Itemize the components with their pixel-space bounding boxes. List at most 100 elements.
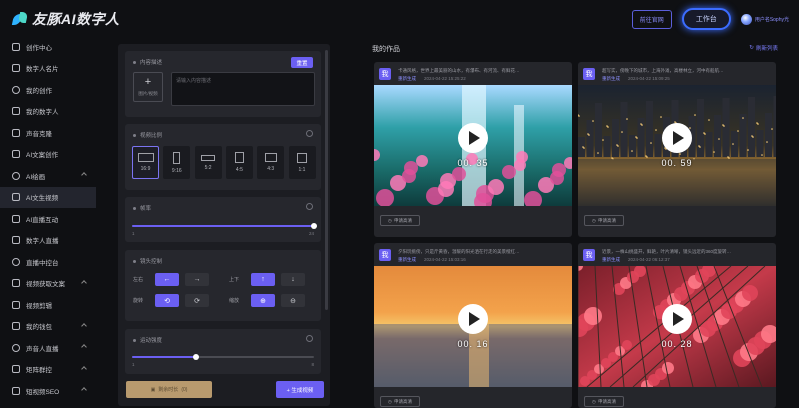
video-thumbnail[interactable]: 00. 28	[578, 261, 776, 392]
video-thumbnail[interactable]: 00. 16	[374, 266, 572, 387]
regenerate-link[interactable]: 重新生成	[602, 257, 620, 263]
works-title: 我的作品	[372, 46, 400, 53]
person-icon	[12, 107, 20, 116]
sidebar-item[interactable]: 声音人直播	[0, 337, 96, 359]
remaining-time-button[interactable]: ▣ 剩余时长 (0)	[126, 381, 212, 398]
upload-label: 图片/视频	[138, 91, 158, 96]
request-hd-button[interactable]: ◷ 申请高清	[380, 396, 420, 407]
reset-button[interactable]: 重置	[291, 57, 313, 68]
framerate-min: 1	[132, 231, 135, 236]
refresh-list-button[interactable]: ↻ 刷新列表	[749, 44, 778, 52]
sidebar-item[interactable]: AI文生视频	[0, 186, 96, 208]
zoom-in-button[interactable]: ⊕	[251, 294, 275, 307]
play-icon[interactable]	[458, 123, 488, 153]
user-menu[interactable]: 用户名Sophy光	[740, 13, 789, 25]
video-thumbnail[interactable]: 00. 35	[374, 85, 572, 211]
sidebar-item[interactable]: 我的数字人	[0, 101, 96, 123]
topbar-right: 前往官网 工作台 用户名Sophy光	[631, 8, 789, 30]
play-icon[interactable]	[662, 123, 692, 153]
refresh-icon: ↻	[749, 45, 754, 51]
sidebar-item-label: 视频剪辑	[26, 302, 52, 310]
info-icon[interactable]	[306, 130, 313, 137]
sidebar-item-label: 我的钱包	[26, 324, 52, 332]
regenerate-link[interactable]: 重新生成	[398, 76, 416, 82]
rotate-ccw-button[interactable]: ⟲	[155, 294, 179, 307]
framerate-slider-knob[interactable]	[311, 223, 317, 229]
motion-slider[interactable]	[132, 354, 314, 360]
sidebar-item[interactable]: 我的创作	[0, 79, 96, 101]
work-meta: 重新生成 2024-04-22 15:03:16	[398, 257, 566, 263]
sidebar-item[interactable]: 视频剪辑	[0, 294, 96, 316]
remaining-value: (0)	[181, 386, 188, 393]
ratio-option[interactable]: 5:2	[194, 146, 222, 179]
sidebar-item[interactable]: 我的钱包	[0, 316, 96, 338]
info-icon[interactable]	[306, 203, 313, 210]
sidebar-item[interactable]: AI直播互动	[0, 208, 96, 230]
refresh-label: 刷新列表	[755, 46, 778, 52]
website-button[interactable]: 前往官网	[631, 9, 672, 29]
user-badge: 我	[379, 249, 391, 261]
info-icon[interactable]	[306, 335, 313, 342]
sidebar-item[interactable]: 短视频SEO	[0, 380, 96, 402]
sidebar-item-label: AI文生视频	[26, 195, 59, 203]
work-meta: 重新生成 2024-04-22 15:25:22	[398, 76, 566, 82]
ratio-option[interactable]: 4:3	[257, 146, 285, 179]
rotate-cw-button[interactable]: ⟳	[185, 294, 209, 307]
video-thumbnail[interactable]: 00. 59	[578, 85, 776, 206]
description-textarea[interactable]: 请输入内容描述	[171, 72, 315, 106]
ratio-card: 视频比例 16:9 9:16 5:2 4:5 4:3 1:1	[125, 124, 321, 190]
regenerate-link[interactable]: 重新生成	[602, 76, 620, 82]
sidebar-item[interactable]: 数字人名片	[0, 58, 96, 80]
sidebar-item[interactable]: AI绘画	[0, 165, 96, 187]
ratio-option[interactable]: 9:16	[163, 146, 191, 179]
video-duration: 00. 16	[457, 339, 489, 349]
sidebar-item[interactable]: AI文案创作	[0, 144, 96, 166]
sidebar-item[interactable]: 声音克隆	[0, 122, 96, 144]
ratio-label: 4:5	[235, 167, 243, 173]
generate-video-button[interactable]: + 生成视频	[276, 381, 324, 398]
framerate-slider[interactable]	[132, 223, 317, 229]
pan-right-button[interactable]: →	[185, 273, 209, 286]
plus-icon: +	[144, 76, 152, 88]
regenerate-link[interactable]: 重新生成	[398, 257, 416, 263]
ratio-option[interactable]: 1:1	[288, 146, 316, 179]
play-icon[interactable]	[458, 304, 488, 334]
live-icon	[12, 236, 20, 245]
sidebar-item[interactable]: 视频获取文案	[0, 273, 96, 295]
framerate-slider-fill	[132, 225, 314, 227]
video-duration: 00. 28	[661, 339, 693, 349]
sidebar-item[interactable]: 数字人直播	[0, 230, 96, 252]
work-description: 卡通风格，世界上最美丽的山水，有瀑布、有河流、有鲜花…	[398, 68, 520, 73]
work-meta: 重新生成 2024-04-22 06:12:37	[602, 257, 770, 263]
remaining-label: 剩余时长	[158, 387, 179, 393]
work-time: 2024-04-22 15:03:16	[424, 257, 466, 262]
sidebar-item[interactable]: 矩阵群控	[0, 359, 96, 381]
request-hd-button[interactable]: ◷ 申请高清	[584, 396, 624, 407]
request-hd-button[interactable]: ◷ 申请高清	[380, 215, 420, 226]
chat-icon	[12, 214, 20, 223]
sidebar-item[interactable]: 直播中控台	[0, 251, 96, 273]
play-icon[interactable]	[662, 304, 692, 334]
motion-min: 1	[132, 362, 135, 367]
panel-scrollbar[interactable]	[325, 50, 328, 310]
pan-left-button[interactable]: ←	[155, 273, 179, 286]
sidebar-item-label: 创作中心	[26, 44, 52, 52]
upload-button[interactable]: + 图片/视频	[133, 72, 163, 102]
sidebar-item-label: 数字人名片	[26, 66, 59, 74]
motion-slider-knob[interactable]	[192, 354, 199, 360]
workbench-button[interactable]: 工作台	[681, 8, 731, 30]
motion-max: 8	[311, 362, 314, 367]
sidebar-item-label: 视频获取文案	[26, 281, 65, 289]
zoom-out-button[interactable]: ⊖	[281, 294, 305, 307]
ratio-option[interactable]: 16:9	[132, 146, 159, 179]
mic-icon	[12, 343, 20, 352]
avatar	[740, 13, 752, 25]
sidebar-item[interactable]: 创作中心	[0, 36, 96, 58]
chevron-up-icon	[81, 365, 87, 372]
camera-pan-label: 左右	[133, 277, 144, 283]
tilt-down-button[interactable]: ↓	[281, 273, 305, 286]
tilt-up-button[interactable]: ↑	[251, 273, 275, 286]
ratio-option[interactable]: 4:5	[225, 146, 253, 179]
request-hd-button[interactable]: ◷ 申请高清	[584, 215, 624, 226]
request-hd-label: 申请高清	[393, 217, 412, 223]
